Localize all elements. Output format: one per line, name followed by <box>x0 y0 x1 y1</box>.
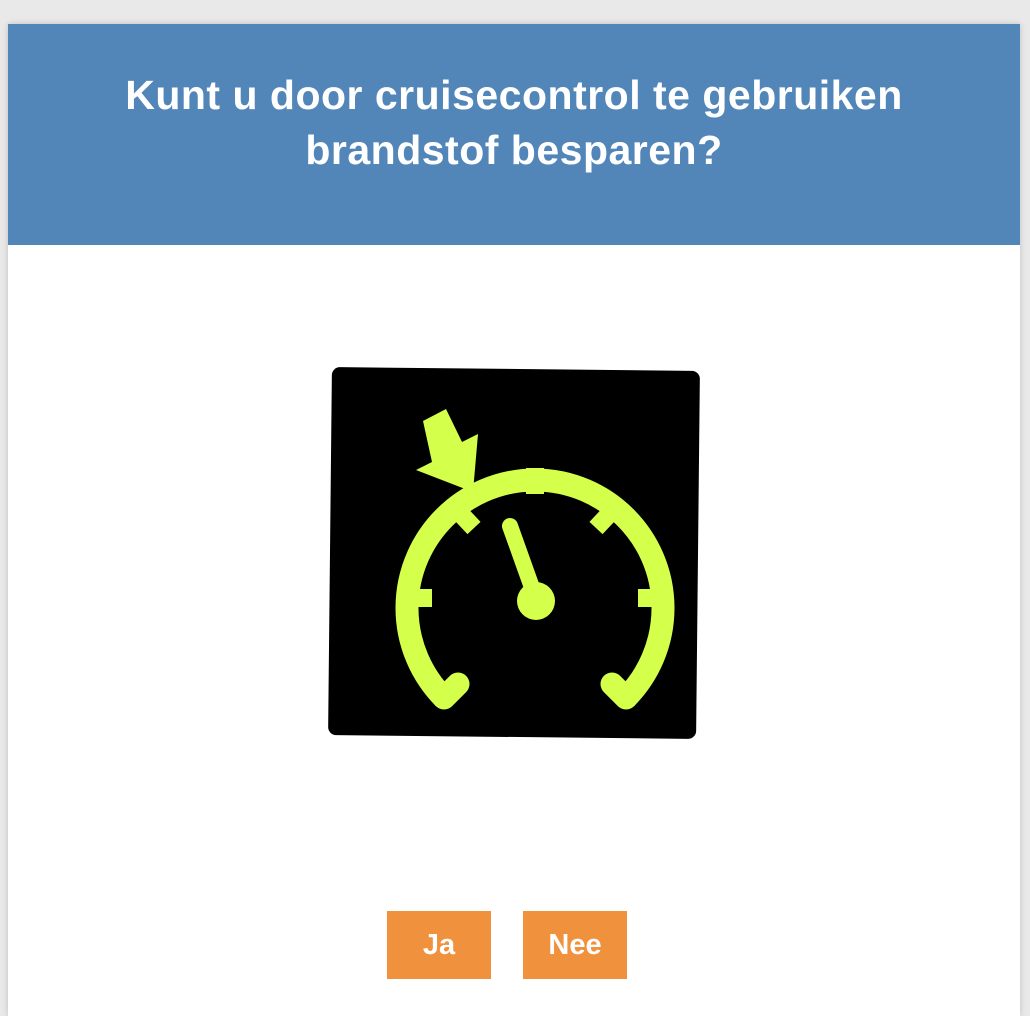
question-header: Kunt u door cruisecontrol te gebruiken b… <box>8 24 1020 245</box>
quiz-card: Kunt u door cruisecontrol te gebruiken b… <box>8 24 1020 1016</box>
question-image <box>328 366 703 741</box>
cruise-control-icon <box>328 367 700 739</box>
yes-button[interactable]: Ja <box>387 911 491 979</box>
question-text: Kunt u door cruisecontrol te gebruiken b… <box>125 71 903 173</box>
gauge-end-left <box>432 672 470 710</box>
no-button[interactable]: Nee <box>523 911 627 979</box>
gauge-end-right <box>600 672 638 710</box>
